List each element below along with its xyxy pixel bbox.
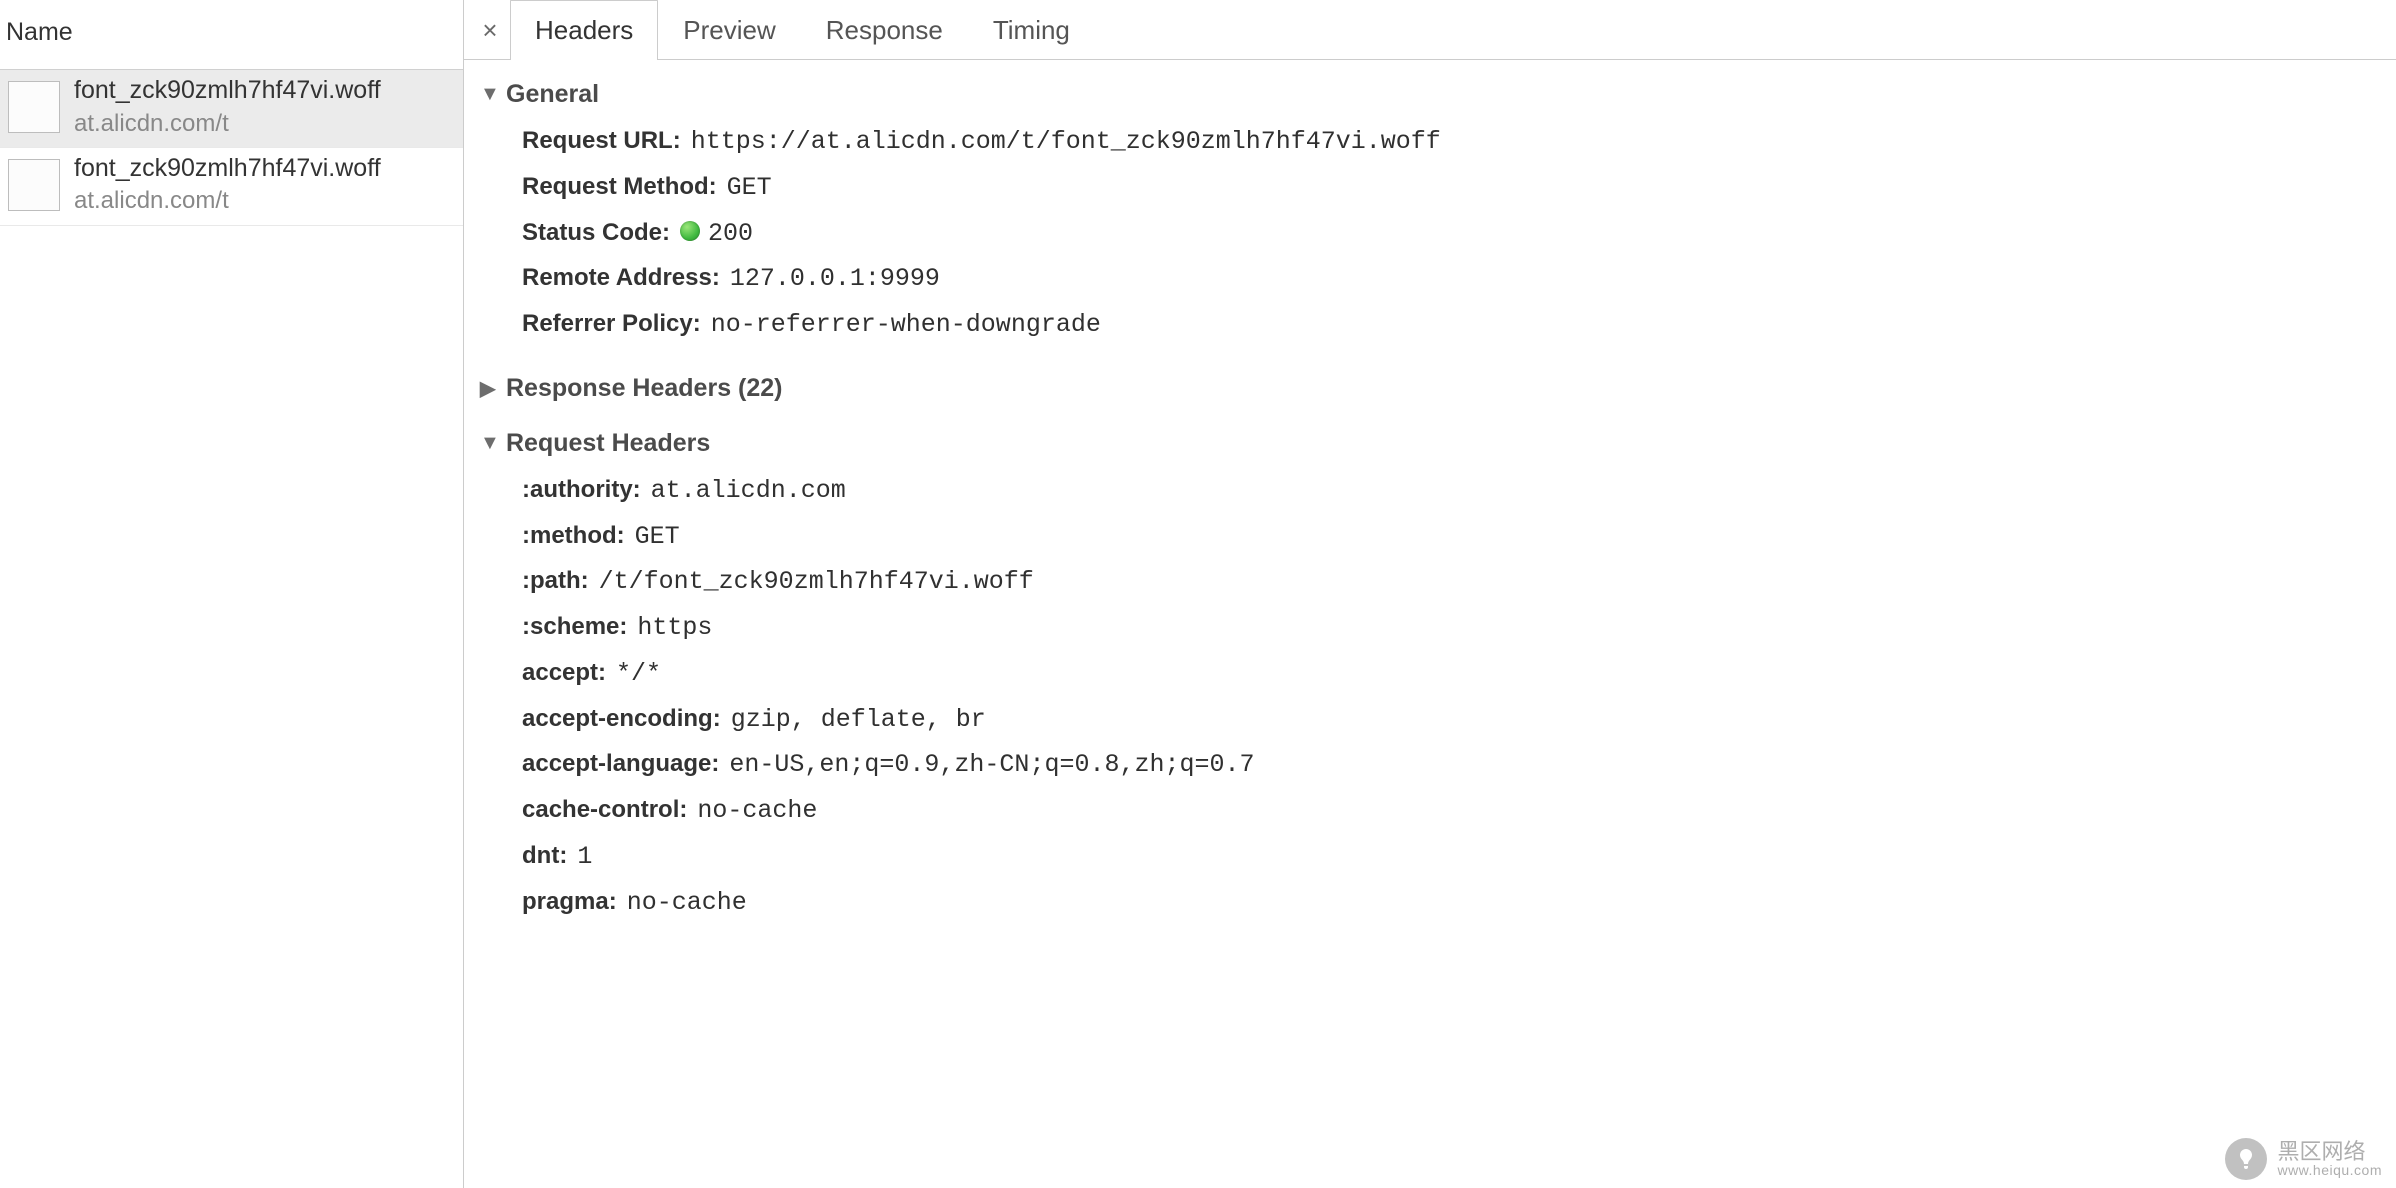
request-text: font_zck90zmlh7hf47vi.woff at.alicdn.com…	[74, 155, 381, 215]
section-response-headers: Response Headers (22)	[480, 374, 2384, 403]
triangle-down-icon	[480, 432, 498, 455]
request-filename: font_zck90zmlh7hf47vi.woff	[74, 77, 381, 105]
request-filename: font_zck90zmlh7hf47vi.woff	[74, 155, 381, 183]
kv-value: no-referrer-when-downgrade	[711, 306, 1101, 345]
kv-value: */*	[616, 655, 661, 694]
kv-key: :authority	[522, 471, 641, 508]
kv-row: :scheme https	[522, 605, 2384, 651]
kv-row: cache-control no-cache	[522, 788, 2384, 834]
tab-headers[interactable]: Headers	[510, 0, 658, 60]
section-general: General Request URL https://at.alicdn.co…	[480, 80, 2384, 348]
kv-row: pragma no-cache	[522, 880, 2384, 926]
kv-key: accept-language	[522, 745, 719, 782]
kv-row: accept-language en-US,en;q=0.9,zh-CN;q=0…	[522, 742, 2384, 788]
name-column-header[interactable]: Name	[0, 0, 463, 70]
close-icon[interactable]: ×	[470, 0, 510, 59]
kv-value: at.alicdn.com	[651, 472, 846, 511]
section-title: Request Headers	[506, 429, 710, 458]
tab-preview[interactable]: Preview	[658, 0, 800, 60]
section-toggle-request-headers[interactable]: Request Headers	[480, 429, 2384, 458]
kv-key: pragma	[522, 883, 617, 920]
detail-panel: × Headers Preview Response Timing Genera…	[464, 0, 2396, 1188]
kv-row: :authority at.alicdn.com	[522, 468, 2384, 514]
tab-response[interactable]: Response	[801, 0, 968, 60]
kv-value: 1	[577, 838, 592, 877]
kv-key: Referrer Policy	[522, 305, 701, 342]
kv-row: dnt 1	[522, 834, 2384, 880]
name-panel: Name font_zck90zmlh7hf47vi.woff at.alicd…	[0, 0, 464, 1188]
kv-value: gzip, deflate, br	[731, 701, 986, 740]
kv-value: https	[637, 609, 712, 648]
kv-key: :scheme	[522, 608, 627, 645]
request-row[interactable]: font_zck90zmlh7hf47vi.woff at.alicdn.com…	[0, 148, 463, 226]
kv-value: no-cache	[627, 884, 747, 923]
kv-value: /t/font_zck90zmlh7hf47vi.woff	[599, 563, 1034, 602]
kv-value: GET	[727, 169, 772, 208]
kv-row: Request Method GET	[522, 165, 2384, 211]
triangle-down-icon	[480, 83, 498, 106]
section-toggle-general[interactable]: General	[480, 80, 2384, 109]
headers-content: General Request URL https://at.alicdn.co…	[464, 60, 2396, 925]
section-request-headers: Request Headers :authority at.alicdn.com…	[480, 429, 2384, 926]
kv-key: Request Method	[522, 168, 717, 205]
kv-value: 200	[680, 215, 753, 254]
section-title: Response Headers (22)	[506, 374, 783, 403]
request-row[interactable]: font_zck90zmlh7hf47vi.woff at.alicdn.com…	[0, 70, 463, 148]
request-text: font_zck90zmlh7hf47vi.woff at.alicdn.com…	[74, 77, 381, 137]
request-headers-rows: :authority at.alicdn.com :method GET :pa…	[480, 468, 2384, 926]
kv-row: Remote Address 127.0.0.1:9999	[522, 256, 2384, 302]
file-icon	[8, 159, 60, 211]
kv-key: accept-encoding	[522, 700, 721, 737]
kv-key: cache-control	[522, 791, 687, 828]
kv-key: accept	[522, 654, 606, 691]
request-domain: at.alicdn.com/t	[74, 188, 381, 214]
tabbar: × Headers Preview Response Timing	[464, 0, 2396, 60]
kv-key: :path	[522, 562, 589, 599]
kv-row: Referrer Policy no-referrer-when-downgra…	[522, 302, 2384, 348]
kv-key: :method	[522, 517, 625, 554]
kv-value: en-US,en;q=0.9,zh-CN;q=0.8,zh;q=0.7	[729, 746, 1254, 785]
kv-value: https://at.alicdn.com/t/font_zck90zmlh7h…	[691, 123, 1441, 162]
kv-key: dnt	[522, 837, 567, 874]
request-list: font_zck90zmlh7hf47vi.woff at.alicdn.com…	[0, 70, 463, 226]
triangle-right-icon	[480, 376, 498, 401]
status-code-text: 200	[708, 219, 753, 248]
kv-key: Status Code	[522, 214, 670, 251]
kv-value: GET	[635, 518, 680, 557]
section-toggle-response-headers[interactable]: Response Headers (22)	[480, 374, 2384, 403]
request-domain: at.alicdn.com/t	[74, 111, 381, 137]
kv-value: no-cache	[697, 792, 817, 831]
kv-row: :method GET	[522, 514, 2384, 560]
kv-row: accept-encoding gzip, deflate, br	[522, 697, 2384, 743]
kv-key: Remote Address	[522, 259, 720, 296]
kv-row: Request URL https://at.alicdn.com/t/font…	[522, 119, 2384, 165]
general-rows: Request URL https://at.alicdn.com/t/font…	[480, 119, 2384, 348]
kv-value: 127.0.0.1:9999	[730, 260, 940, 299]
kv-row: accept */*	[522, 651, 2384, 697]
tab-timing[interactable]: Timing	[968, 0, 1095, 60]
file-icon	[8, 81, 60, 133]
status-dot-icon	[680, 221, 700, 241]
kv-row: :path /t/font_zck90zmlh7hf47vi.woff	[522, 559, 2384, 605]
kv-key: Request URL	[522, 122, 681, 159]
kv-row: Status Code 200	[522, 211, 2384, 257]
section-title: General	[506, 80, 599, 109]
